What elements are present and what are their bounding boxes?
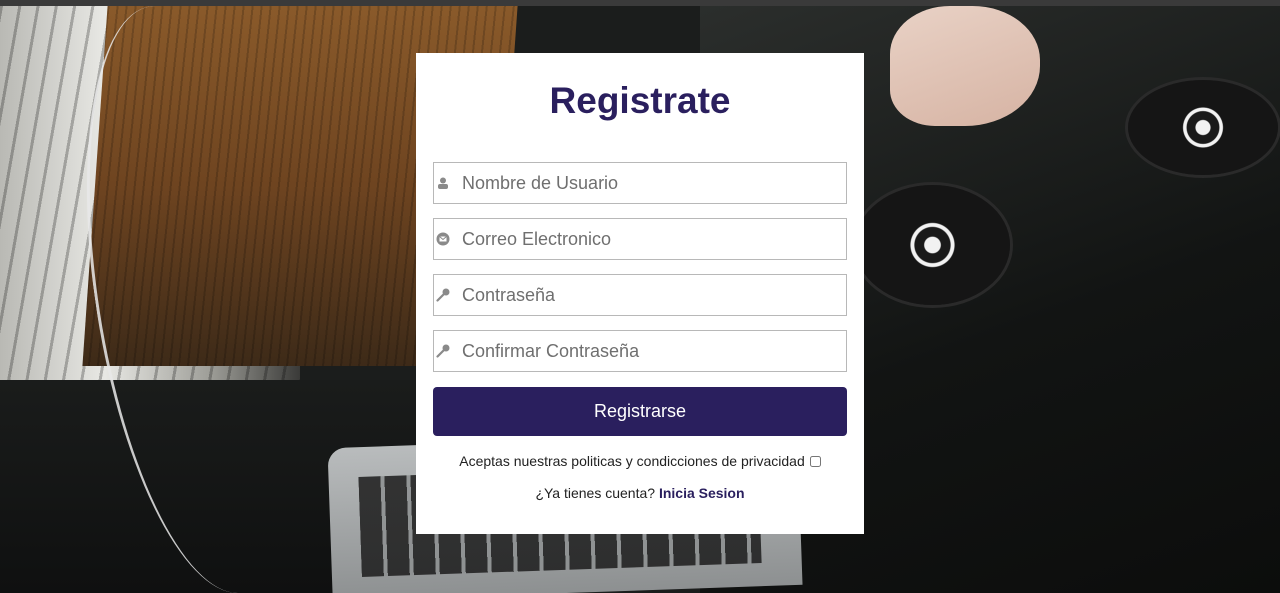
background-jog-wheel (1128, 80, 1278, 175)
register-form: Registrate Registrarse Aceptas nuestras … (416, 53, 864, 534)
login-link[interactable]: Inicia Sesion (659, 485, 745, 501)
confirm-password-field-wrapper (433, 330, 847, 372)
register-button[interactable]: Registrarse (433, 387, 847, 436)
background-jog-wheel (855, 185, 1010, 305)
login-prompt: ¿Ya tienes cuenta? (535, 485, 656, 501)
key-icon (436, 287, 450, 303)
login-row: ¿Ya tienes cuenta? Inicia Sesion (416, 485, 864, 501)
confirm-password-input[interactable] (462, 331, 842, 371)
terms-row: Aceptas nuestras politicas y condiccione… (416, 453, 864, 469)
terms-label: Aceptas nuestras politicas y condiccione… (459, 453, 805, 469)
terms-checkbox[interactable] (809, 455, 821, 467)
password-field-wrapper (433, 274, 847, 316)
username-field-wrapper (433, 162, 847, 204)
email-input[interactable] (462, 219, 842, 259)
username-input[interactable] (462, 163, 842, 203)
email-field-wrapper (433, 218, 847, 260)
background-hand (890, 6, 1040, 126)
browser-top-bar (0, 0, 1280, 6)
form-title: Registrate (549, 80, 731, 121)
mail-icon (436, 231, 450, 247)
key-icon (436, 343, 450, 359)
password-input[interactable] (462, 275, 842, 315)
user-icon (436, 175, 450, 191)
